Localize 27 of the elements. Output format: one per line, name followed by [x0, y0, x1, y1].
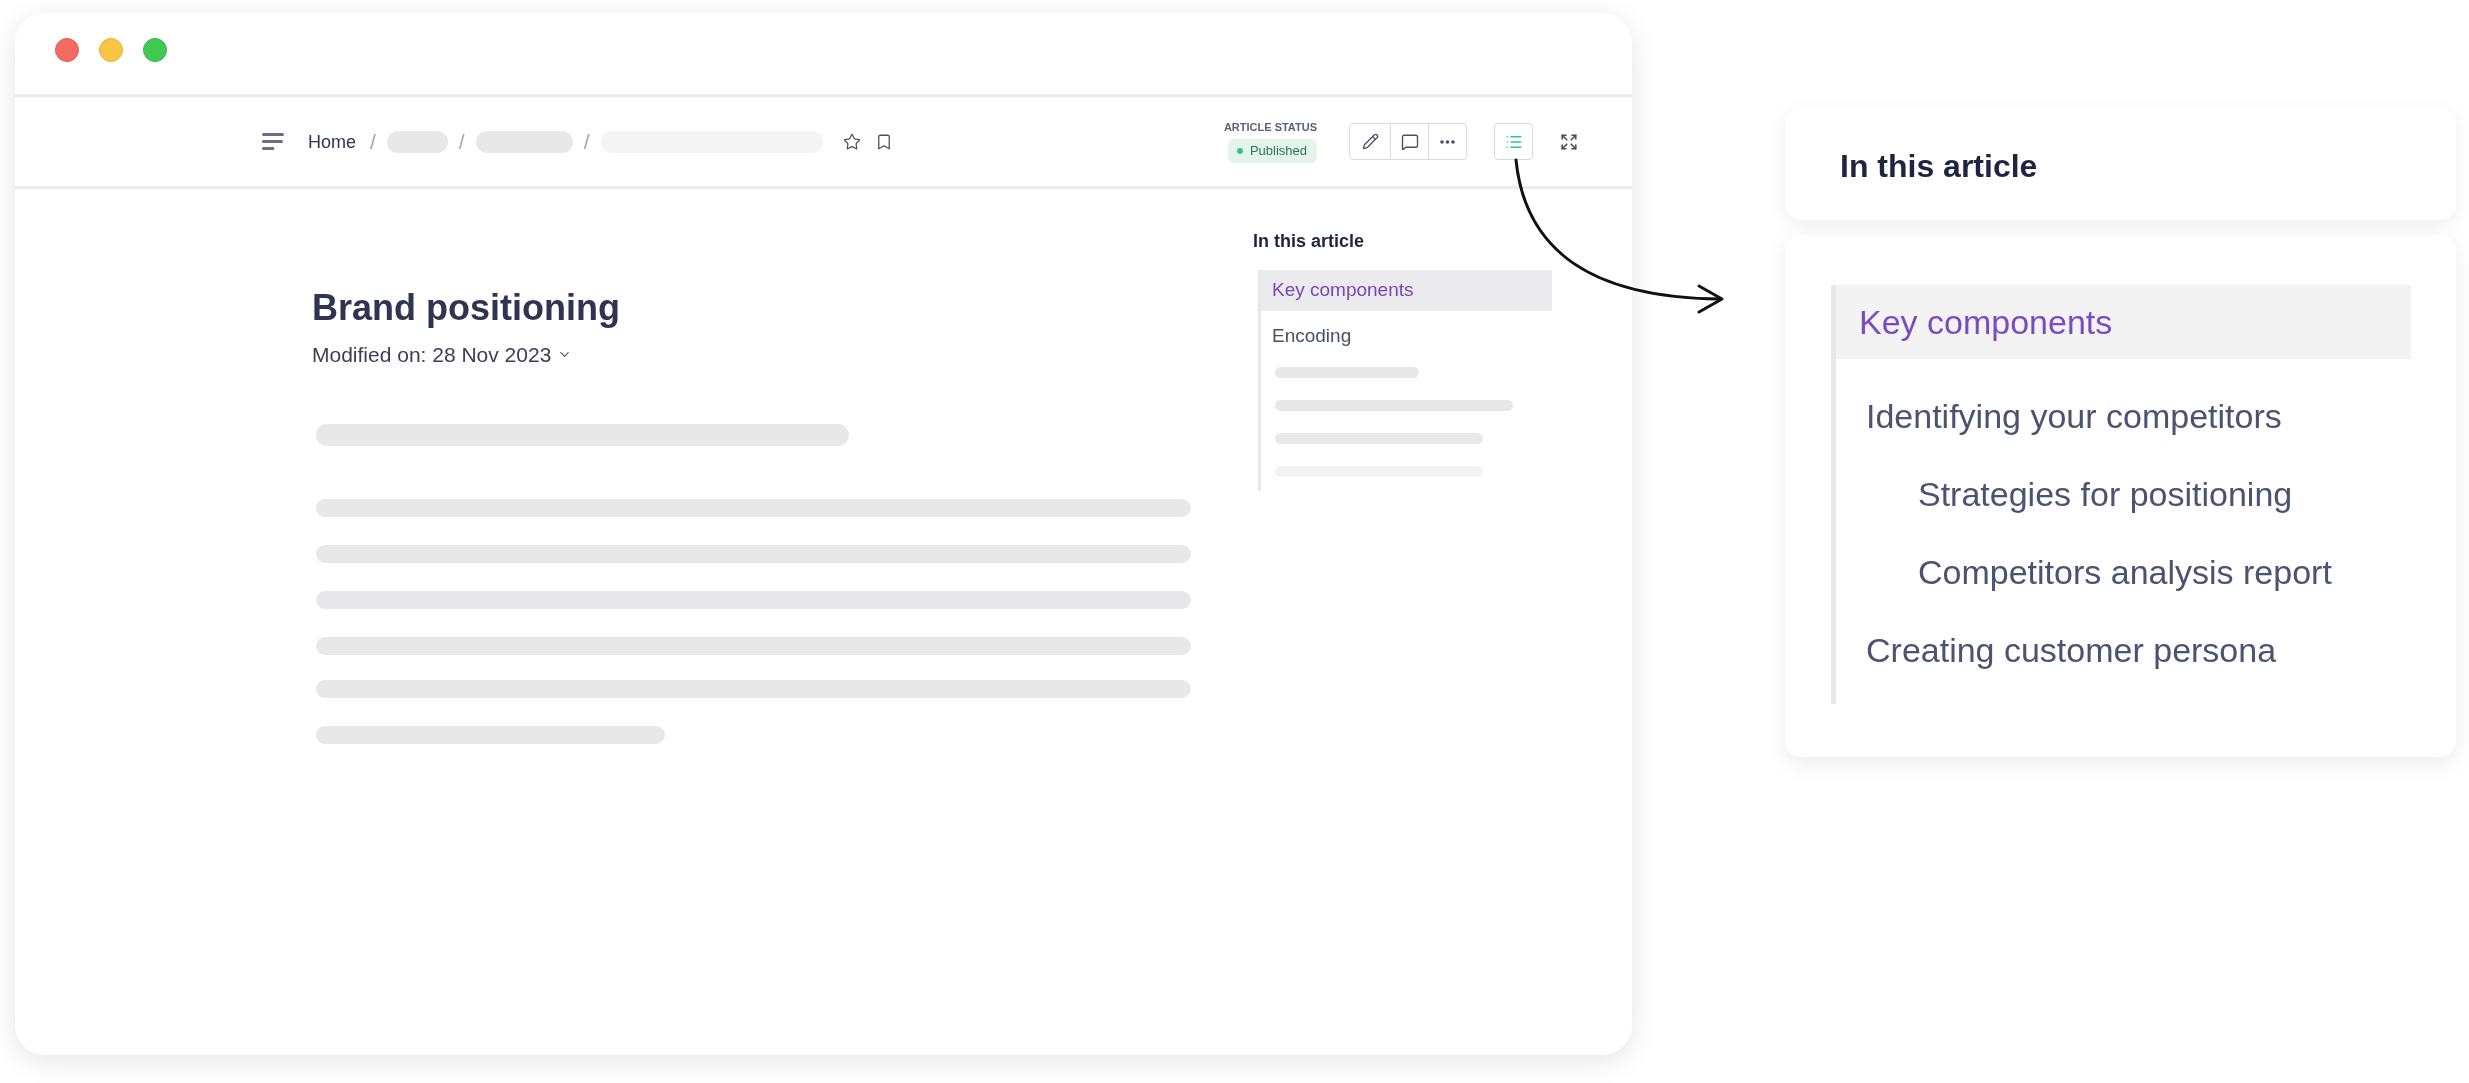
status-label: ARTICLE STATUS [1223, 120, 1317, 133]
panel-title: In this article [1840, 147, 2038, 185]
toc-panel-item[interactable]: Creating customer persona [1836, 611, 2411, 689]
modified-date-dropdown[interactable]: Modified on: 28 Nov 2023 [312, 342, 573, 367]
toc-title: In this article [1253, 230, 1365, 252]
breadcrumb-separator: / [583, 129, 590, 154]
edit-button[interactable] [1349, 123, 1391, 160]
expand-icon[interactable] [1560, 132, 1578, 151]
breadcrumb-separator: / [458, 129, 465, 154]
toc-panel-item[interactable]: Key components [1836, 285, 2411, 359]
toc-panel-item[interactable]: Identifying your competitors [1836, 377, 2411, 455]
toc-panel-item[interactable]: Strategies for positioning [1836, 455, 2411, 533]
more-icon [1440, 139, 1455, 144]
toc-panel-item[interactable]: Competitors analysis report [1836, 533, 2411, 611]
star-icon[interactable] [842, 132, 861, 151]
breadcrumb-link[interactable]: Home [308, 130, 356, 153]
comment-button[interactable] [1391, 123, 1429, 160]
article-title: Brand positioning [312, 286, 620, 329]
toc-item[interactable]: Key components [1261, 270, 1552, 311]
comment-icon [1400, 132, 1419, 151]
window-maximize-icon[interactable] [143, 38, 167, 62]
menu-icon[interactable] [262, 133, 284, 150]
pencil-icon [1361, 133, 1379, 150]
status-text: Published [1249, 141, 1307, 160]
breadcrumb-separator: / [370, 129, 376, 154]
toc-item[interactable]: Encoding [1261, 311, 1552, 361]
window-close-icon[interactable] [55, 38, 79, 62]
